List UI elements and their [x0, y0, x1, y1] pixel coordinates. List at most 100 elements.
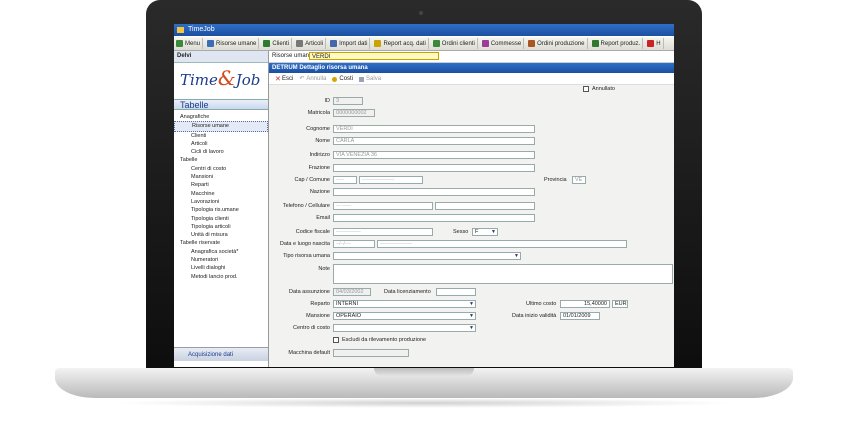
nav-item-macchine[interactable]: Macchine: [174, 190, 268, 198]
macchina-field[interactable]: [333, 349, 409, 357]
toolbar-button-ordini-produzione[interactable]: Ordini produzione: [526, 38, 588, 49]
toolbar-button-clienti[interactable]: Clienti: [261, 38, 293, 49]
nav-item-centri-di-costo[interactable]: Centri di costo: [174, 165, 268, 173]
tipo-select[interactable]: ▼: [333, 252, 521, 260]
sesso-select[interactable]: F ▼: [472, 228, 498, 236]
chart-icon: [591, 40, 599, 47]
note-label: Note: [318, 266, 330, 272]
toolbar-label: Articoli: [305, 40, 324, 47]
nav-item-tabelle-riservate[interactable]: Tabelle riservate: [174, 239, 268, 247]
matricola-field[interactable]: 0000000002: [333, 109, 375, 117]
nav-tree: Anagrafiche Risorse umane Clienti Articoli C…: [174, 113, 268, 281]
comune-field[interactable]: ---------------------: [359, 176, 423, 184]
main-panel: Risorse umane VERDI DETRUM Dettaglio ris…: [269, 51, 674, 367]
id-field[interactable]: 3: [333, 97, 363, 105]
gears-icon: [296, 40, 304, 47]
people-icon: [207, 40, 215, 47]
nome-field[interactable]: CARLA: [333, 137, 535, 145]
toolbar-button-report-produz[interactable]: Report produz.: [590, 38, 644, 49]
nav-item-risorse-umane[interactable]: Risorse umane: [174, 121, 268, 132]
sidebar-header: Delvi: [174, 51, 268, 63]
currency-field: EUR: [612, 300, 628, 308]
app-window: TimeJob Menu Risorse umane Clienti Articoli…: [174, 24, 674, 367]
cellulare-field[interactable]: [435, 202, 535, 210]
nav-item-tipologia-articoli[interactable]: Tipologia articoli: [174, 223, 268, 231]
toolbar-label: Risorse umane: [216, 40, 257, 47]
assunzione-label: Data assunzione: [289, 289, 330, 295]
breadcrumb: Risorse umane VERDI: [269, 51, 674, 63]
nav-item-anagrafica-societ[interactable]: Anagrafica società*: [174, 248, 268, 256]
licenziamento-label: Data licenziamento: [384, 289, 431, 295]
sidebar-section-title[interactable]: Tabelle: [174, 99, 268, 110]
toolbar-label: Import dati: [339, 40, 368, 47]
nav-item-unit-di-misura[interactable]: Unità di misura: [174, 231, 268, 239]
nav-item-metodi-lancio-prod[interactable]: Metodi lancio prod.: [174, 273, 268, 281]
frazione-field[interactable]: [333, 164, 535, 172]
validita-field[interactable]: 01/01/2009: [560, 312, 600, 320]
note-field[interactable]: [333, 264, 673, 284]
nav-item-reparti[interactable]: Reparti: [174, 181, 268, 189]
save-button[interactable]: Salva: [359, 76, 381, 82]
provincia-field[interactable]: VE: [572, 176, 586, 184]
mansione-select[interactable]: OPERAIO ▼: [333, 312, 476, 320]
nav-item-livelli-dialoghi[interactable]: Livelli dialoghi: [174, 264, 268, 272]
cap-field[interactable]: -----: [333, 176, 357, 184]
toolbar-button-h[interactable]: H: [645, 38, 664, 49]
frazione-label: Frazione: [308, 165, 330, 171]
nav-item-lavorazioni[interactable]: Lavorazioni: [174, 198, 268, 206]
assunzione-field[interactable]: 04/03/2002: [333, 288, 371, 296]
email-label: Email: [316, 215, 330, 221]
toolbar-label: Report acq. dati: [383, 40, 426, 47]
telefono-label: Telefono / Cellulare: [282, 203, 330, 209]
breadcrumb-value[interactable]: VERDI: [309, 52, 439, 60]
toolbar-button-report-acq-dati[interactable]: Report acq. dati: [372, 38, 429, 49]
nav-item-tipologia-ris-umane[interactable]: Tipologia ris.umane: [174, 206, 268, 214]
toolbar-button-import-dati[interactable]: Import dati: [328, 38, 371, 49]
toolbar-button-articoli[interactable]: Articoli: [294, 38, 327, 49]
laptop-notch: [374, 368, 474, 376]
tipo-label: Tipo risorsa umana: [283, 253, 330, 259]
nav-item-tipologia-clienti[interactable]: Tipologia clienti: [174, 215, 268, 223]
ultimo-costo-field[interactable]: 15,40000: [560, 300, 610, 308]
exit-button[interactable]: ✕ Esci: [275, 75, 293, 83]
indirizzo-field[interactable]: VIA VENEZIA 36: [333, 151, 535, 159]
cancel-button[interactable]: ↶ Annulla: [299, 75, 326, 83]
toolbar-label: Menu: [185, 40, 201, 47]
toolbar-button-ordini-clienti[interactable]: Ordini clienti: [431, 38, 478, 49]
nascita-luogo-field[interactable]: ---------------------: [377, 240, 627, 248]
reparto-select[interactable]: INTERNI ▼: [333, 300, 476, 308]
cf-label: Codice fiscale: [295, 229, 330, 235]
import-icon: [330, 40, 338, 47]
annullato-checkbox[interactable]: [583, 86, 589, 92]
undo-icon: ↶: [299, 75, 305, 82]
nav-item-tabelle[interactable]: Tabelle: [174, 156, 268, 164]
close-icon: ✕: [275, 75, 281, 83]
nav-item-cicli-di-lavoro[interactable]: Cicli di lavoro: [174, 148, 268, 156]
centro-select[interactable]: ▼: [333, 324, 476, 332]
validita-label: Data inizio validità: [512, 313, 557, 319]
cognome-field[interactable]: VERDI: [333, 125, 535, 133]
costs-button[interactable]: Costi: [332, 76, 353, 82]
nav-item-mansioni[interactable]: Mansioni: [174, 173, 268, 181]
nav-item-articoli[interactable]: Articoli: [174, 140, 268, 148]
nav-item-anagrafiche[interactable]: Anagrafiche: [174, 113, 268, 121]
toolbar-button-menu[interactable]: Menu: [174, 38, 204, 49]
nav-item-numeratori[interactable]: Numeratori: [174, 256, 268, 264]
licenziamento-field[interactable]: [436, 288, 476, 296]
cf-field[interactable]: ----------------: [333, 228, 433, 236]
nascita-data-field[interactable]: --/--/----: [333, 240, 375, 248]
timejob-logo: Time&Job: [180, 66, 261, 90]
sesso-label: Sesso: [453, 229, 469, 235]
escludi-checkbox[interactable]: [333, 337, 339, 343]
nazione-field[interactable]: [333, 188, 535, 196]
toolbar-label: Ordini produzione: [537, 40, 585, 47]
acquisizione-button[interactable]: Acquisizione dati: [174, 347, 268, 361]
jobs-icon: [481, 40, 489, 47]
main-toolbar: Menu Risorse umane Clienti Articoli Import d…: [174, 37, 674, 51]
email-field[interactable]: [333, 214, 535, 222]
toolbar-button-risorse-umane[interactable]: Risorse umane: [205, 38, 260, 49]
nav-item-clienti[interactable]: Clienti: [174, 132, 268, 140]
telefono-field[interactable]: --- ------: [333, 202, 433, 210]
production-icon: [528, 40, 536, 47]
toolbar-button-commesse[interactable]: Commesse: [480, 38, 525, 49]
